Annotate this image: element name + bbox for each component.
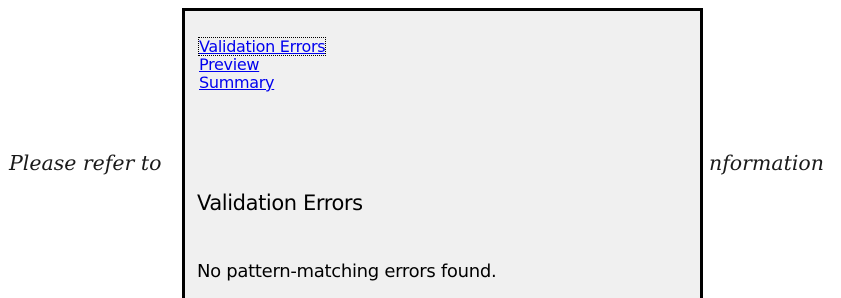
validation-popup: Validation Errors Preview Summary Valida… [182, 8, 703, 298]
section-title: Validation Errors [197, 191, 363, 215]
section-body-text: No pattern-matching errors found. [197, 261, 497, 282]
nav-link-summary[interactable]: Summary [199, 74, 325, 91]
background-text-left: Please refer to [9, 151, 162, 175]
popup-nav: Validation Errors Preview Summary [197, 37, 327, 91]
nav-link-preview[interactable]: Preview [199, 56, 325, 73]
nav-link-validation-errors[interactable]: Validation Errors [197, 37, 327, 56]
background-text-right: nformation [709, 151, 824, 175]
